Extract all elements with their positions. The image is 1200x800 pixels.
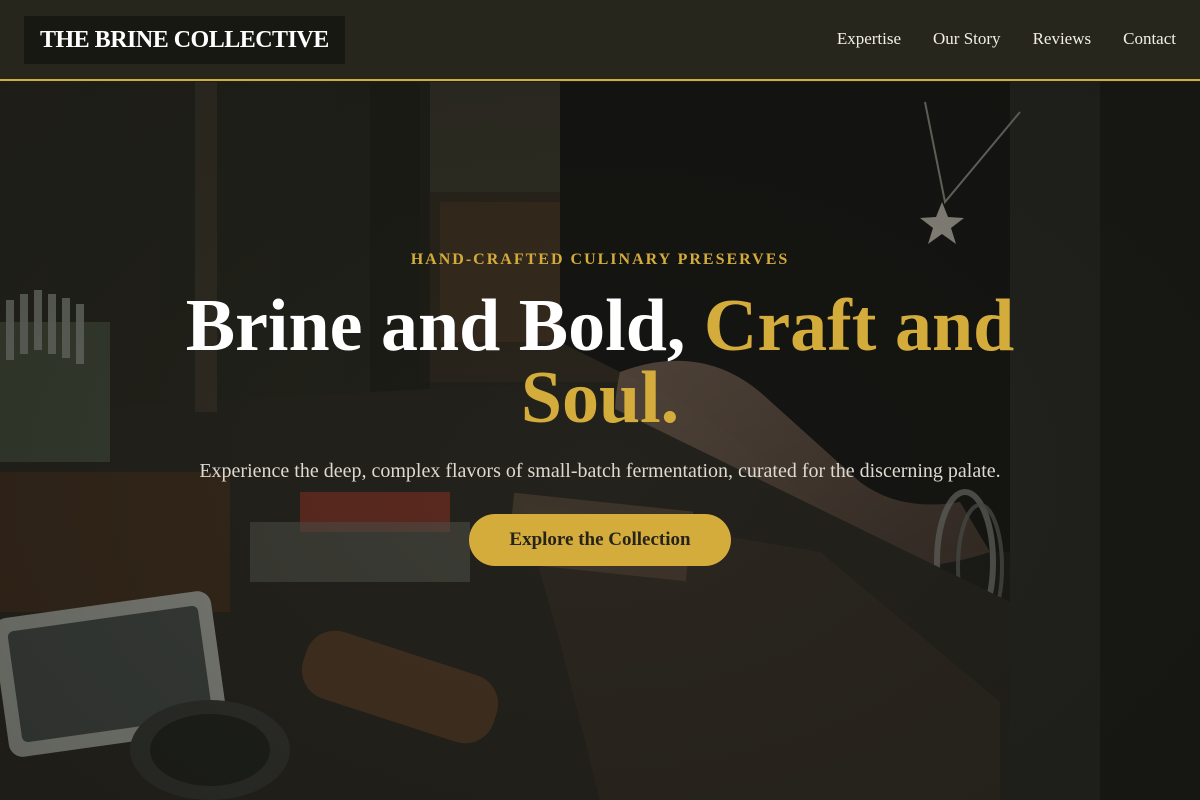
explore-collection-button[interactable]: Explore the Collection bbox=[469, 514, 731, 566]
hero-headline: Brine and Bold, Craft and Soul. bbox=[150, 289, 1050, 435]
nav-link-contact[interactable]: Contact bbox=[1123, 28, 1176, 50]
site-logo[interactable]: THE BRINE COLLECTIVE bbox=[24, 16, 345, 64]
hero-subtitle: Experience the deep, complex flavors of … bbox=[199, 460, 1001, 482]
nav-link-our-story[interactable]: Our Story bbox=[933, 28, 1001, 50]
hero-eyebrow: HAND-CRAFTED CULINARY PRESERVES bbox=[410, 251, 790, 268]
hero-content: HAND-CRAFTED CULINARY PRESERVES Brine an… bbox=[150, 250, 1050, 566]
nav-link-reviews[interactable]: Reviews bbox=[1033, 28, 1092, 50]
site-header: THE BRINE COLLECTIVE Expertise Our Story… bbox=[0, 0, 1200, 81]
landing-page: THE BRINE COLLECTIVE Expertise Our Story… bbox=[0, 0, 1200, 800]
nav-link-expertise[interactable]: Expertise bbox=[837, 28, 901, 50]
main-nav: Expertise Our Story Reviews Contact bbox=[837, 28, 1176, 50]
hero-headline-main: Brine and Bold, bbox=[185, 285, 704, 367]
